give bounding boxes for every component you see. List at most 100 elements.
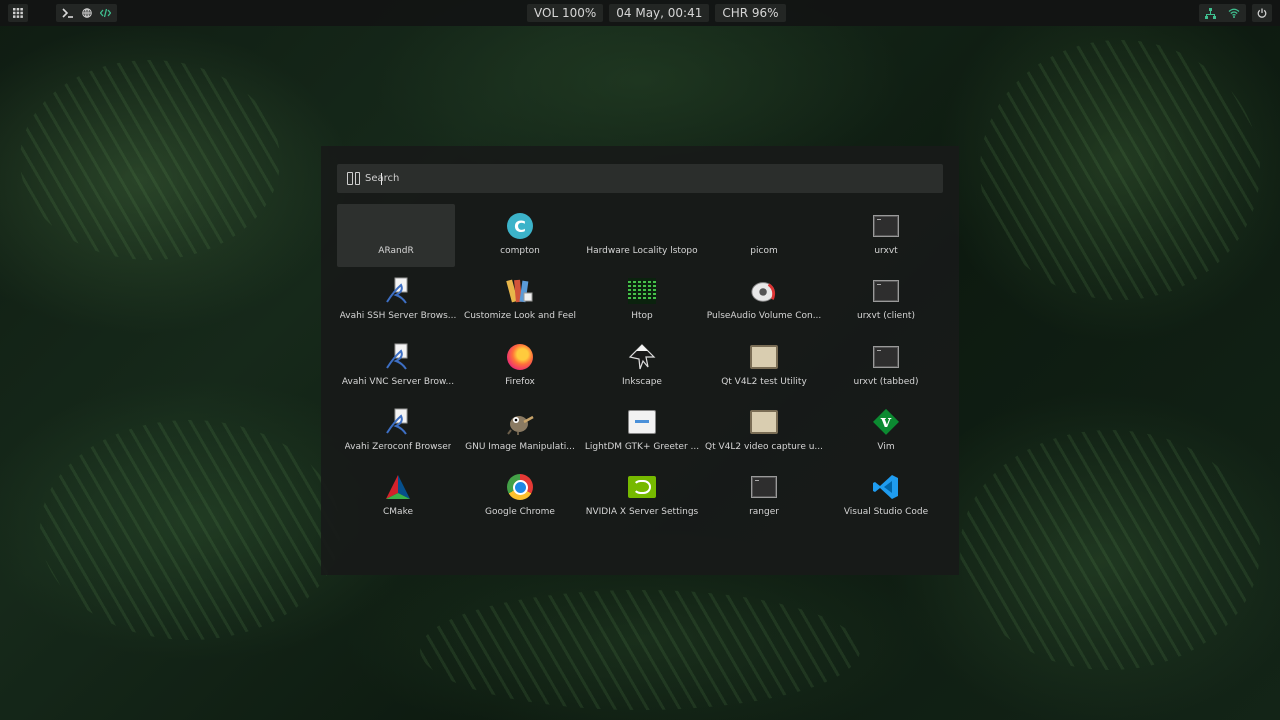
- nvidia-icon: [628, 473, 656, 501]
- app-qt-v4l2-capture[interactable]: Qt V4L2 video capture u...: [703, 400, 825, 465]
- lightdm-icon: [628, 408, 656, 436]
- inkscape-icon: [628, 343, 656, 371]
- gimp-icon: [506, 408, 534, 436]
- avahi-icon: [384, 408, 412, 436]
- app-label: Inkscape: [622, 376, 662, 387]
- clock[interactable]: 04 May, 00:41: [609, 4, 710, 22]
- app-urxvt-client[interactable]: urxvt (client): [825, 269, 947, 334]
- terminal-icon: [872, 277, 900, 305]
- tray: [1199, 4, 1246, 22]
- app-label: Avahi Zeroconf Browser: [344, 441, 452, 452]
- wallpaper-fern: [40, 420, 340, 640]
- app-pulseaudio[interactable]: PulseAudio Volume Con...: [703, 269, 825, 334]
- network-icon[interactable]: [1205, 7, 1216, 19]
- app-inkscape[interactable]: Inkscape: [581, 335, 703, 400]
- app-arandr[interactable]: ARandR: [337, 204, 455, 267]
- app-firefox[interactable]: Firefox: [459, 335, 581, 400]
- app-label: CMake: [383, 507, 413, 518]
- globe-icon[interactable]: [82, 8, 92, 18]
- app-htop[interactable]: Htop: [581, 269, 703, 334]
- workspace-switcher[interactable]: [56, 4, 117, 22]
- text-caret: [381, 173, 382, 185]
- wallpaper-fern: [20, 60, 280, 260]
- terminal-icon[interactable]: [62, 8, 74, 18]
- vscode-icon: [872, 473, 900, 501]
- app-label: Google Chrome: [485, 507, 555, 518]
- wallpaper-fern: [980, 40, 1260, 300]
- app-gimp[interactable]: GNU Image Manipulati...: [459, 400, 581, 465]
- app-urxvt-tabbed[interactable]: urxvt (tabbed): [825, 335, 947, 400]
- picom-icon: [750, 212, 778, 240]
- app-ranger[interactable]: ranger: [703, 465, 825, 530]
- app-label: ARandR: [378, 246, 414, 256]
- app-nvidia-settings[interactable]: NVIDIA X Server Settings: [581, 465, 703, 530]
- app-grid: ARandR C compton Hardware Locality lstop…: [337, 204, 947, 530]
- arandr-icon: [382, 212, 410, 240]
- avahi-icon: [384, 343, 412, 371]
- app-avahi-zeroconf[interactable]: Avahi Zeroconf Browser: [337, 400, 459, 465]
- app-customize-look[interactable]: Customize Look and Feel: [459, 269, 581, 334]
- compton-icon: C: [506, 212, 534, 240]
- cmake-icon: [384, 473, 412, 501]
- appearance-icon: [506, 277, 534, 305]
- app-label: PulseAudio Volume Con...: [706, 311, 822, 322]
- search-input[interactable]: [365, 164, 925, 193]
- vim-icon: v: [872, 408, 900, 436]
- app-label: urxvt (tabbed): [853, 376, 919, 387]
- app-label: Qt V4L2 video capture u...: [705, 441, 823, 452]
- app-lightdm[interactable]: LightDM GTK+ Greeter ...: [581, 400, 703, 465]
- app-avahi-vnc[interactable]: Avahi VNC Server Brow...: [337, 335, 459, 400]
- grid-icon: [13, 8, 23, 18]
- app-qt-v4l2-test[interactable]: Qt V4L2 test Utility: [703, 335, 825, 400]
- terminal-icon: [872, 343, 900, 371]
- lstopo-icon: [628, 212, 656, 240]
- qt-v4l2-icon: [750, 408, 778, 436]
- app-label: NVIDIA X Server Settings: [585, 507, 699, 518]
- app-label: LightDM GTK+ Greeter ...: [584, 441, 700, 452]
- pulseaudio-icon: [750, 277, 778, 305]
- search-bar[interactable]: [337, 164, 943, 193]
- app-label: Firefox: [505, 376, 535, 387]
- app-vim[interactable]: v Vim: [825, 400, 947, 465]
- app-label: Visual Studio Code: [843, 507, 929, 518]
- power-button[interactable]: [1252, 4, 1272, 22]
- app-label: Customize Look and Feel: [463, 311, 577, 322]
- app-compton[interactable]: C compton: [459, 204, 581, 269]
- wifi-icon[interactable]: [1228, 8, 1240, 18]
- app-label: Avahi SSH Server Brows...: [339, 311, 457, 322]
- avahi-icon: [384, 277, 412, 305]
- qt-v4l2-icon: [750, 343, 778, 371]
- terminal-icon: [750, 473, 778, 501]
- volume-text: VOL 100%: [534, 6, 597, 20]
- app-label: Hardware Locality lstopo: [586, 246, 698, 256]
- code-icon[interactable]: [100, 8, 111, 18]
- app-label: Avahi VNC Server Brow...: [341, 376, 455, 387]
- battery-indicator[interactable]: CHR 96%: [715, 4, 786, 22]
- app-label: urxvt: [874, 246, 898, 256]
- app-label: ranger: [749, 507, 779, 518]
- chrome-icon: [506, 473, 534, 501]
- terminal-icon: [872, 212, 900, 240]
- app-cmake[interactable]: CMake: [337, 465, 459, 530]
- app-label: compton: [500, 246, 540, 256]
- app-label: urxvt (client): [857, 311, 915, 322]
- datetime-text: 04 May, 00:41: [616, 6, 703, 20]
- app-picom[interactable]: picom: [703, 204, 825, 269]
- htop-icon: [628, 277, 656, 305]
- app-launcher: ARandR C compton Hardware Locality lstop…: [321, 146, 959, 575]
- app-avahi-ssh[interactable]: Avahi SSH Server Brows...: [337, 269, 459, 334]
- volume-indicator[interactable]: VOL 100%: [527, 4, 604, 22]
- app-label: Htop: [631, 311, 653, 322]
- top-bar: VOL 100% 04 May, 00:41 CHR 96%: [0, 0, 1280, 26]
- app-label: GNU Image Manipulati...: [465, 441, 575, 452]
- app-lstopo[interactable]: Hardware Locality lstopo: [581, 204, 703, 269]
- charge-text: CHR 96%: [722, 6, 779, 20]
- app-grid-button[interactable]: [8, 4, 28, 22]
- app-label: picom: [750, 246, 778, 256]
- app-google-chrome[interactable]: Google Chrome: [459, 465, 581, 530]
- search-icon: [347, 172, 360, 185]
- app-urxvt[interactable]: urxvt: [825, 204, 947, 269]
- app-vscode[interactable]: Visual Studio Code: [825, 465, 947, 530]
- app-label: Vim: [877, 441, 895, 452]
- wallpaper-fern: [960, 430, 1260, 670]
